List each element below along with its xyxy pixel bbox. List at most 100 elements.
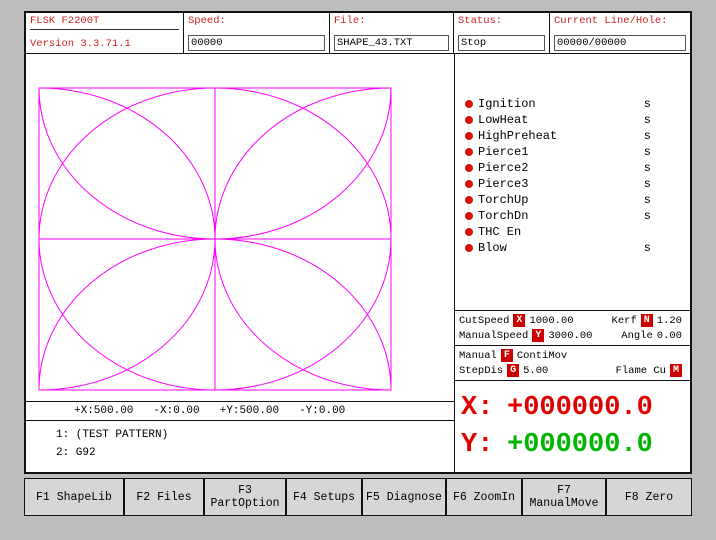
brand-cell: FLSK F2200T Version 3.3.71.1 xyxy=(26,13,184,53)
status-row-thc-en: THC En xyxy=(465,224,676,240)
status-unit: s xyxy=(643,97,651,111)
test-pattern-drawing xyxy=(39,88,391,390)
fkey-f7-manualmove[interactable]: F7 ManualMove xyxy=(522,478,606,516)
fkey-f8-zero[interactable]: F8 Zero xyxy=(606,478,692,516)
limit-x-min: -X:0.00 xyxy=(153,405,200,417)
flame-hotkey[interactable]: M xyxy=(669,364,682,377)
fkey-label: F4 Setups xyxy=(292,490,356,504)
cutspeed-line: CutSpeed X 1000.00 Kerf N 1.20 xyxy=(459,313,686,328)
fkey-f1-shapelib[interactable]: F1 ShapeLib xyxy=(24,478,124,516)
status-unit: s xyxy=(643,113,651,127)
fkey-label: F2 Files xyxy=(136,490,192,504)
status-label: Pierce3 xyxy=(478,177,529,191)
cutspeed-hotkey[interactable]: X xyxy=(513,314,526,327)
app-version: Version 3.3.71.1 xyxy=(30,38,131,50)
coordinate-display: X: +000000.0 Y: +000000.0 xyxy=(455,380,690,472)
manual-value: ContiMov xyxy=(516,349,568,362)
status-dot-icon xyxy=(465,212,473,220)
status-row-ignition: Ignition s xyxy=(465,96,676,112)
status-unit: s xyxy=(643,145,651,159)
plot-area xyxy=(26,54,454,401)
status-dot-icon xyxy=(465,196,473,204)
mode-params-box: Manual F ContiMov StepDis G 5.00 Flame C… xyxy=(455,345,690,380)
status-dot-icon xyxy=(465,116,473,124)
fkey-f5-diagnose[interactable]: F5 Diagnose xyxy=(362,478,446,516)
main-panel: FLSK F2200T Version 3.3.71.1 Speed: 0000… xyxy=(24,11,692,474)
fkey-label2: PartOption xyxy=(210,497,280,510)
status-unit: s xyxy=(643,193,651,207)
stepdis-line: StepDis G 5.00 Flame Cu M xyxy=(459,363,686,378)
status-label: Pierce1 xyxy=(478,145,529,159)
limits-bar: +X:500.00 -X:0.00 +Y:500.00 -Y:0.00 xyxy=(26,401,454,420)
status-label: TorchUp xyxy=(478,193,529,207)
fkey-label: F8 Zero xyxy=(624,490,674,504)
status-row-highpreheat: HighPreheat s xyxy=(465,128,676,144)
status-label: HighPreheat xyxy=(478,129,558,143)
status-label: THC En xyxy=(478,225,522,239)
kerf-label: Kerf xyxy=(611,314,637,327)
limit-x-max: +X:500.00 xyxy=(74,405,134,417)
cutspeed-value: 1000.00 xyxy=(529,314,574,327)
status-cell: Status: Stop xyxy=(454,13,550,53)
header: FLSK F2200T Version 3.3.71.1 Speed: 0000… xyxy=(26,13,690,54)
manualspeed-hotkey[interactable]: Y xyxy=(532,329,545,342)
speed-value: 00000 xyxy=(188,35,325,51)
cutspeed-label: CutSpeed xyxy=(459,314,510,327)
status-label: Status: xyxy=(458,15,503,27)
right-column: Ignition s LowHeat s HighPreheat s Pierc… xyxy=(454,54,690,472)
limit-y-max: +Y:500.00 xyxy=(219,405,280,417)
y-axis-label: Y: xyxy=(461,430,494,461)
status-dot-icon xyxy=(465,148,473,156)
status-row-lowheat: LowHeat s xyxy=(465,112,676,128)
current-line-label: Current Line/Hole: xyxy=(554,15,668,27)
io-status-list: Ignition s LowHeat s HighPreheat s Pierc… xyxy=(455,54,690,310)
limit-y-min: -Y:0.00 xyxy=(299,405,346,417)
status-value: Stop xyxy=(458,35,545,51)
x-coordinate-row: X: +000000.0 xyxy=(461,393,684,423)
fkey-f3-partoption[interactable]: F3 PartOption xyxy=(204,478,286,516)
app-title: FLSK F2200T xyxy=(30,15,179,30)
fkey-f6-zoomin[interactable]: F6 ZoomIn xyxy=(446,478,522,516)
manualspeed-line: ManualSpeed Y 3000.00 Angle 0.00 xyxy=(459,328,686,343)
status-row-pierce1: Pierce1 s xyxy=(465,144,676,160)
status-row-torchup: TorchUp s xyxy=(465,192,676,208)
cnc-controller-screen: FLSK F2200T Version 3.3.71.1 Speed: 0000… xyxy=(0,0,716,540)
status-label: Pierce2 xyxy=(478,161,529,175)
manual-mode-line: Manual F ContiMov xyxy=(459,348,686,363)
status-label: Ignition xyxy=(478,97,536,111)
kerf-value: 1.20 xyxy=(656,314,682,327)
status-row-torchdn: TorchDn s xyxy=(465,208,676,224)
file-cell: File: SHAPE_43.TXT xyxy=(330,13,454,53)
status-dot-icon xyxy=(465,244,473,252)
fkey-label: F7 xyxy=(557,484,571,497)
y-coordinate-value: +000000.0 xyxy=(507,430,653,461)
kerf-hotkey[interactable]: N xyxy=(640,314,653,327)
status-label: LowHeat xyxy=(478,113,529,127)
fkey-f4-setups[interactable]: F4 Setups xyxy=(286,478,362,516)
status-label: Blow xyxy=(478,241,507,255)
stepdis-value: 5.00 xyxy=(523,364,549,377)
status-dot-icon xyxy=(465,180,473,188)
status-dot-icon xyxy=(465,132,473,140)
manualspeed-label: ManualSpeed xyxy=(459,329,529,342)
x-coordinate-value: +000000.0 xyxy=(507,392,653,423)
file-value: SHAPE_43.TXT xyxy=(334,35,449,51)
status-row-pierce3: Pierce3 s xyxy=(465,176,676,192)
stepdis-hotkey[interactable]: G xyxy=(507,364,520,377)
fkey-label2: ManualMove xyxy=(529,497,599,510)
program-line-1: 1: (TEST PATTERN) xyxy=(56,429,169,441)
status-dot-icon xyxy=(465,164,473,172)
function-key-bar: F1 ShapeLib F2 Files F3 PartOption F4 Se… xyxy=(24,478,692,516)
manual-hotkey[interactable]: F xyxy=(500,349,513,362)
status-unit: s xyxy=(643,177,651,191)
fkey-f2-files[interactable]: F2 Files xyxy=(124,478,204,516)
speed-label: Speed: xyxy=(188,15,226,27)
program-line-2: 2: G92 xyxy=(56,447,96,459)
status-unit: s xyxy=(643,209,651,223)
left-column: +X:500.00 -X:0.00 +Y:500.00 -Y:0.00 1: (… xyxy=(26,54,454,472)
file-label: File: xyxy=(334,15,366,27)
speed-cell: Speed: 00000 xyxy=(184,13,330,53)
status-row-pierce2: Pierce2 s xyxy=(465,160,676,176)
fkey-label: F5 Diagnose xyxy=(366,490,442,504)
current-line-value: 00000/00000 xyxy=(554,35,686,51)
